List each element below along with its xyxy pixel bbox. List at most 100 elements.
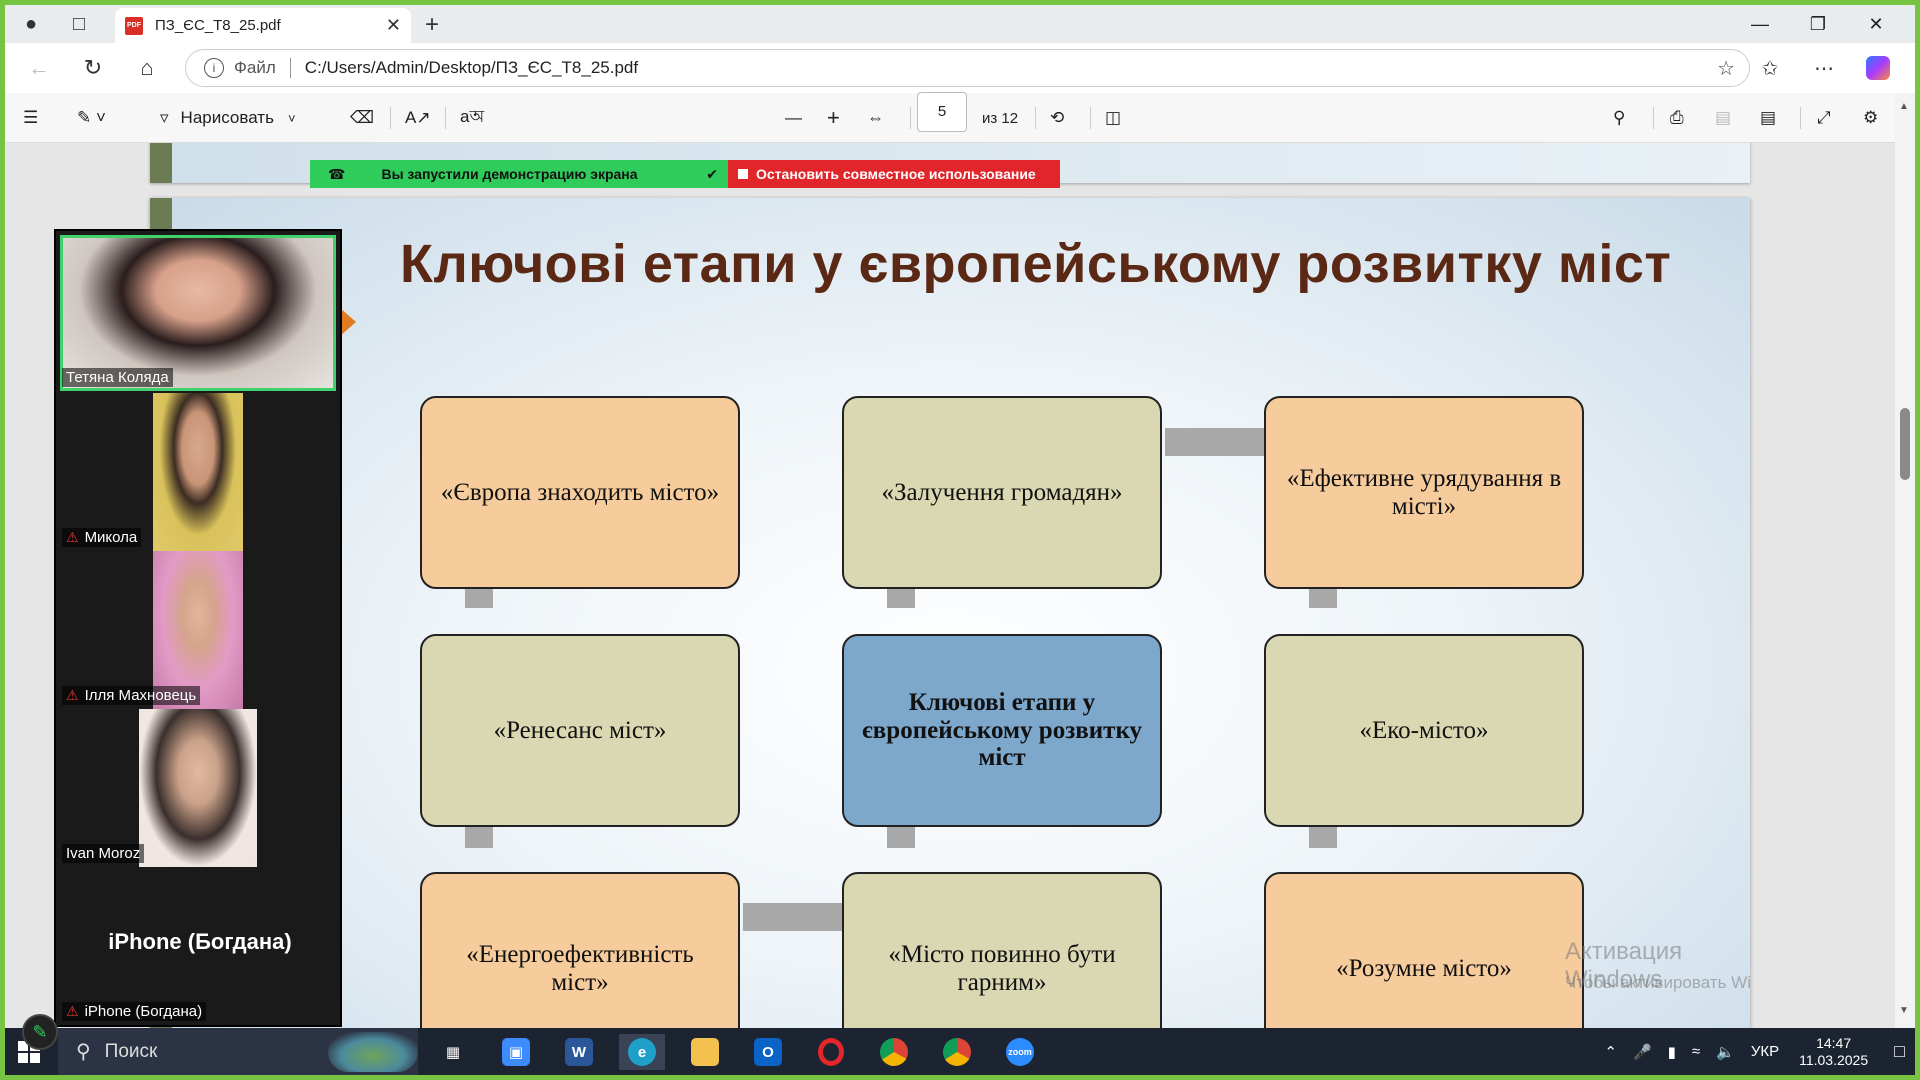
page-number-field[interactable]: 5 [917,92,967,132]
draw-label: Нарисовать [180,108,274,127]
tab-pdf[interactable]: PDF ПЗ_ЄС_Т8_25.pdf ✕ [115,8,411,43]
tab-actions-icon[interactable]: □ [61,6,97,42]
outlook-icon[interactable]: O [745,1034,791,1070]
fit-width-icon[interactable]: ⇔ [867,103,884,133]
eraser-icon[interactable]: ⌫ [350,103,374,133]
screen-share-banner: ☎ Вы запустили демонстрацию экрана ✔ Ост… [310,160,1060,188]
zoom-in-icon[interactable]: + [827,103,840,133]
draw-button[interactable]: ▿ Нарисовать ˅ [160,103,296,133]
highlight-icon[interactable]: ✎ ˅ [77,103,106,133]
fullscreen-icon[interactable]: ⤢ [1817,103,1831,133]
stop-share-button[interactable]: Остановить совместное использование [728,160,1060,188]
annotation-pencil-icon[interactable]: ✎ [22,1014,58,1050]
zoom-app-icon[interactable]: zoom [997,1034,1043,1070]
contents-icon[interactable]: ☰ [23,103,38,133]
word-icon[interactable]: W [556,1034,602,1070]
microphone-icon[interactable]: 🎤 [1633,1043,1652,1061]
favorite-star-icon[interactable]: ☆ [1717,56,1735,81]
close-tab-icon[interactable]: ✕ [386,15,401,36]
pdf-icon: PDF [125,16,143,35]
draw-icon: ▿ [160,108,169,127]
participant-placeholder-name: iPhone (Богдана) [108,929,292,954]
participant-video [139,709,257,867]
clock[interactable]: 14:47 11.03.2025 [1799,1035,1868,1069]
taskbar-search[interactable]: ⚲ Поиск [58,1028,418,1075]
title-bar: ● □ PDF ПЗ_ЄС_Т8_25.pdf ✕ + — ❐ ✕ [5,5,1915,43]
participant-tile[interactable]: Ivan Moroz [56,709,344,867]
notifications-icon[interactable]: □ [1894,1041,1905,1062]
participant-name: Ivan Moroz [62,844,145,863]
store-icon[interactable]: ▣ [493,1034,539,1070]
page-side-strip [150,143,172,183]
chrome-icon[interactable] [871,1034,917,1070]
toolbar-divider [445,107,446,129]
toolbar-divider [1035,107,1036,129]
chevron-up-icon[interactable]: ⌃ [1604,1043,1617,1061]
wifi-icon[interactable]: ≈ [1692,1043,1700,1060]
participant-tile[interactable]: ⚠ Ілля Махновець [56,551,344,709]
stage-box: «Енергоефективність міст» [420,872,740,1028]
file-explorer-icon[interactable] [682,1034,728,1070]
translate-icon[interactable]: aঅ [460,103,484,133]
scroll-down-icon[interactable]: ▼ [1899,1005,1909,1016]
profile-icon[interactable]: ● [13,6,49,42]
home-icon[interactable]: ⌂ [121,48,173,88]
participants-panel: Тетяна Коляда ⚠ Микола ⚠ Ілля Махновець Iv… [54,229,342,1027]
stop-share-label: Остановить совместное использование [756,166,1036,182]
page-number-input[interactable]: 5 [917,92,967,132]
participant-tile[interactable]: iPhone (Богдана) ⚠ iPhone (Богдана) [56,867,344,1025]
url-separator [289,58,291,78]
close-window-icon[interactable]: ✕ [1847,14,1905,35]
stage-box: «Ефективне урядування в місті» [1264,396,1584,589]
toolbar-divider [1653,107,1654,129]
opera-icon[interactable] [808,1034,854,1070]
new-tab-icon[interactable]: + [425,11,439,39]
more-icon[interactable]: ⋯ [1797,48,1851,88]
settings-icon[interactable]: ⚙ [1863,103,1878,133]
restore-icon[interactable]: ❐ [1789,14,1847,35]
language-indicator[interactable]: УКР [1751,1043,1779,1060]
edge-icon[interactable]: e [619,1034,665,1070]
page-view-icon[interactable]: ◫ [1105,103,1121,133]
window-controls: — ❐ ✕ [1731,5,1905,43]
zoom-out-icon[interactable]: — [785,103,802,133]
rotate-icon[interactable]: ⟲ [1050,103,1064,133]
favorites-icon[interactable]: ✩ [1743,48,1797,88]
stage-box: «Ренесанс міст» [420,634,740,827]
save-icon[interactable]: ▤ [1715,103,1731,133]
chrome-profile-icon[interactable] [934,1034,980,1070]
slide-title: Ключові етапи у європейському розвитку м… [400,234,1672,294]
stage-box: «Місто повинно бути гарним» [842,872,1162,1028]
task-view-icon[interactable]: ▦ [430,1034,476,1070]
stop-icon [738,169,748,179]
chevron-down-icon: ˅ [287,110,296,126]
scroll-up-icon[interactable]: ▲ [1899,101,1909,112]
page-total: из 12 [982,109,1019,127]
battery-icon[interactable]: ▮ [1668,1043,1676,1061]
save-as-icon[interactable]: ▤ [1760,103,1776,133]
copilot-icon[interactable] [1851,48,1905,88]
refresh-icon[interactable]: ↻ [67,48,119,88]
read-aloud-icon[interactable]: A↗ [405,103,431,133]
scroll-thumb[interactable] [1900,408,1910,480]
toolbar-divider [1090,107,1091,129]
minimize-icon[interactable]: — [1731,14,1789,35]
share-status: ☎ Вы запустили демонстрацию экрана ✔ [310,160,728,188]
back-icon[interactable]: ← [13,48,65,88]
windows-activation-text: Чтобы активировать Windows, перейдите в … [1565,973,1750,992]
url-field[interactable]: i Файл C:/Users/Admin/Desktop/ПЗ_ЄС_Т8_2… [185,49,1750,87]
search-icon[interactable]: ⚲ [1613,103,1625,133]
stage-box: «Залучення громадян» [842,396,1162,589]
system-tray: ⌃ 🎤 ▮ ≈ 🔈 УКР 14:47 11.03.2025 □ [1588,1028,1905,1075]
shield-icon: ✔ [706,165,718,182]
participant-tile[interactable]: Тетяна Коляда [56,231,344,393]
vertical-scrollbar[interactable]: ▲ ▼ [1895,93,1915,1028]
slide-page: Ключові етапи у європейському розвитку м… [150,198,1750,1028]
participant-video [153,393,243,551]
tab-title: ПЗ_ЄС_Т8_25.pdf [155,17,281,34]
participant-name: ⚠ iPhone (Богдана) [62,1002,207,1021]
print-icon[interactable]: ⎙ [1670,103,1684,133]
participant-tile[interactable]: ⚠ Микола [56,393,344,551]
info-icon[interactable]: i [204,58,224,78]
volume-icon[interactable]: 🔈 [1716,1043,1735,1061]
